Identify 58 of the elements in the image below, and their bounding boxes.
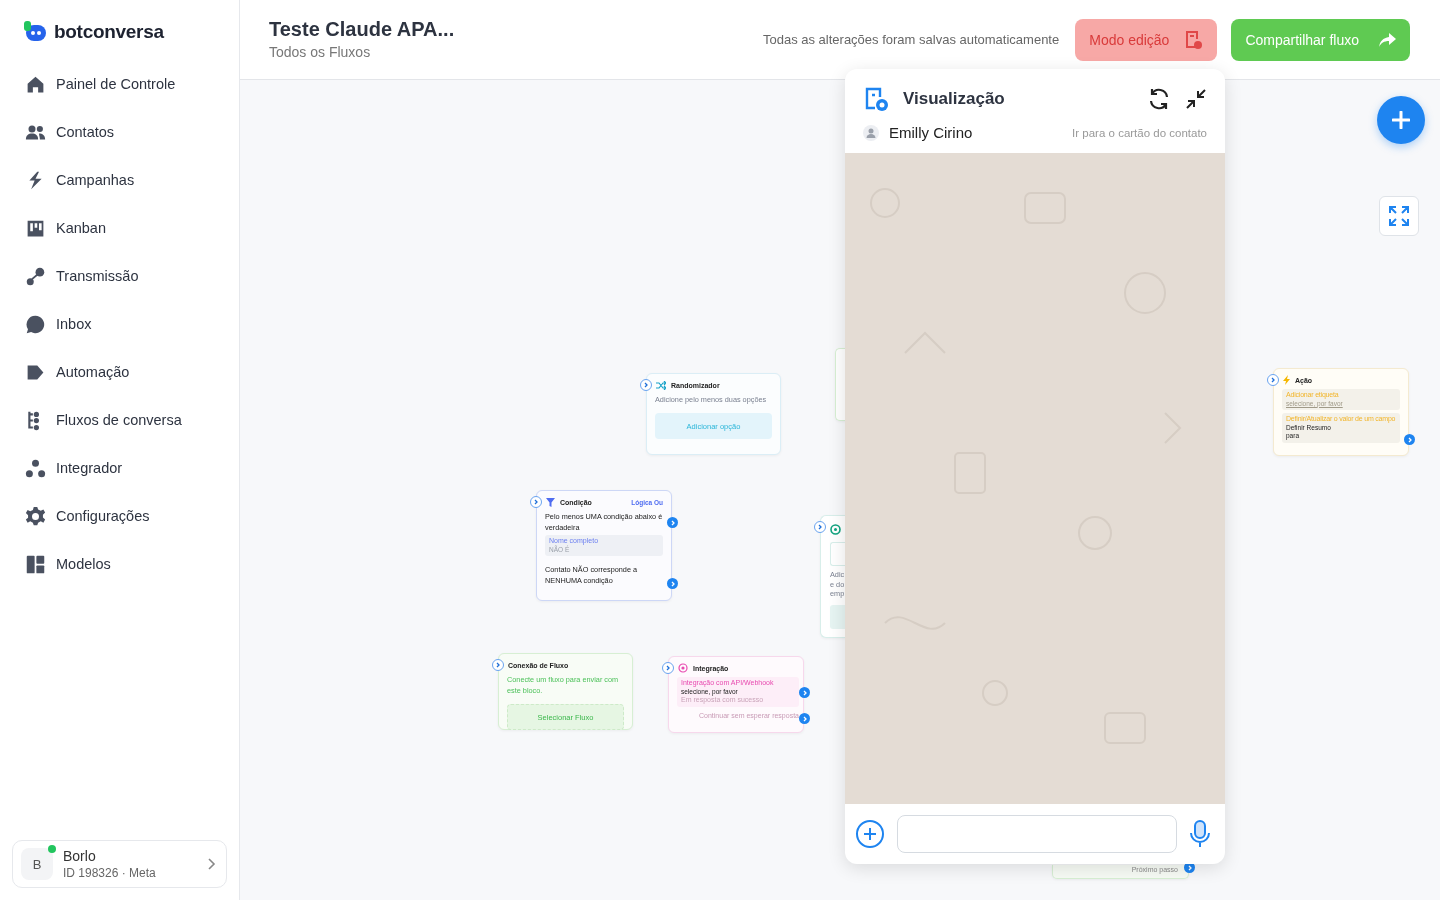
refresh-icon[interactable] <box>1147 87 1171 111</box>
output-port[interactable] <box>667 517 678 528</box>
sidebar-item[interactable]: Integrador <box>12 444 227 492</box>
input-port[interactable] <box>640 379 652 391</box>
logo-text: botconversa <box>54 21 164 43</box>
sidebar-item[interactable]: Modelos <box>12 540 227 588</box>
broadcast-icon <box>25 265 46 287</box>
save-status: Todas as alterações foram salvas automaticamente <box>762 32 1060 47</box>
message-field[interactable] <box>897 815 1177 853</box>
account-detail: ID 198326 · Meta <box>63 866 157 880</box>
grid-icon <box>25 553 46 575</box>
output-port[interactable] <box>799 713 810 724</box>
input-port[interactable] <box>492 659 504 671</box>
account-avatar: B <box>21 848 53 880</box>
gear-icon <box>25 505 46 527</box>
chevron-right-icon <box>207 857 216 871</box>
node-button[interactable] <box>830 604 846 629</box>
microphone-icon[interactable] <box>1189 820 1211 848</box>
webhook-icon <box>678 663 688 673</box>
output-port[interactable] <box>799 687 810 698</box>
sidebar-item[interactable]: Fluxos de conversa <box>12 396 227 444</box>
document-icon <box>1183 29 1204 50</box>
filter-icon <box>546 497 555 507</box>
preview-icon <box>863 86 889 112</box>
sidebar-item[interactable]: Campanhas <box>12 156 227 204</box>
plus-icon <box>1392 111 1410 129</box>
output-port[interactable] <box>1404 434 1415 445</box>
contact-name: Emilly Cirino <box>889 124 974 141</box>
sidebar-item[interactable]: Transmissão <box>12 252 227 300</box>
expand-icon <box>1388 205 1410 227</box>
share-arrow-icon <box>1379 32 1396 47</box>
sidebar-item[interactable]: Kanban <box>12 204 227 252</box>
bolt-icon <box>1283 375 1290 385</box>
collapse-icon[interactable] <box>1185 88 1207 110</box>
add-block-button[interactable] <box>1377 96 1425 144</box>
input-port[interactable] <box>814 521 826 533</box>
flow-title: Teste Claude APA... <box>269 18 456 41</box>
account-card[interactable]: B Borlo ID 198326 · Meta <box>12 840 227 888</box>
nodes-icon <box>25 457 46 479</box>
sidebar-item[interactable]: Contatos <box>12 108 227 156</box>
sidebar-item[interactable]: Inbox <box>12 300 227 348</box>
breadcrumb-link[interactable]: Todos os Fluxos <box>269 44 371 60</box>
input-port[interactable] <box>1267 374 1279 386</box>
sidebar-item[interactable]: Configurações <box>12 492 227 540</box>
sidebar-item[interactable]: Painel de Controle <box>12 60 227 108</box>
plus-circle-icon[interactable] <box>855 819 885 849</box>
preview-title: Visualização <box>903 89 1006 109</box>
shuffle-icon <box>656 380 666 390</box>
sidebar-item[interactable]: Automação <box>12 348 227 396</box>
account-name: Borlo <box>63 848 97 864</box>
input-port[interactable] <box>662 662 674 674</box>
openai-icon <box>830 524 841 535</box>
input-port[interactable] <box>530 496 542 508</box>
person-icon <box>863 124 879 141</box>
logo-icon <box>24 21 48 43</box>
fullscreen-button[interactable] <box>1379 196 1419 236</box>
chat-icon <box>25 313 46 335</box>
output-port[interactable] <box>667 578 678 589</box>
